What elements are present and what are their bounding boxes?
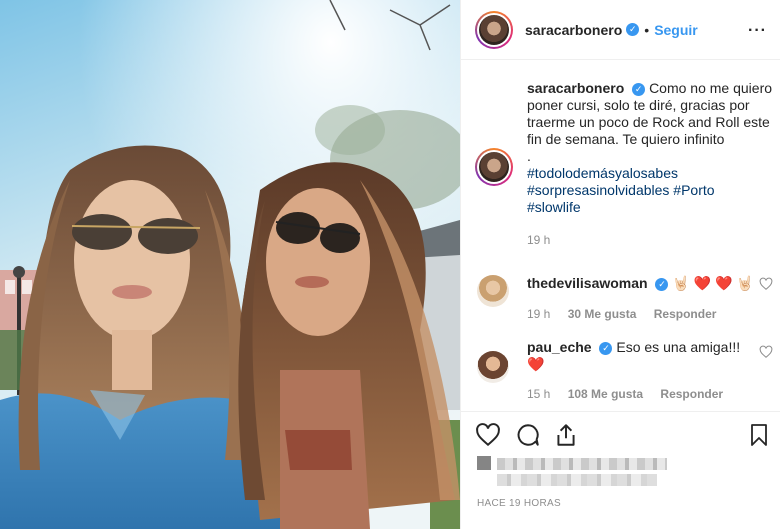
comment-body: thedevilisawoman ✓ 🤘🏻 ❤️ ❤️ 🤘🏻 19 h 30 M… [527,275,754,323]
instagram-post-view: saracarbonero ✓ • Seguir ··· saracarbone… [0,0,780,529]
commenter-verified-icon: ✓ [655,277,669,291]
hashtag-line-3[interactable]: #slowlife [527,199,775,216]
caption-username[interactable]: saracarbonero [527,80,624,96]
post-header: saracarbonero ✓ • Seguir ··· [461,0,780,60]
author-avatar[interactable] [475,10,513,49]
hashtag-line-1[interactable]: #todolodemásyalosabes [527,165,775,182]
comment-meta: 15 h 108 Me gusta Responder [527,386,740,403]
caption-avatar-wrap [475,148,513,249]
comment-item: thedevilisawoman ✓ 🤘🏻 ❤️ ❤️ 🤘🏻 19 h 30 M… [475,275,780,323]
comment-meta: 19 h 30 Me gusta Responder [527,306,754,323]
comment-likes[interactable]: 108 Me gusta [568,387,643,401]
commenter-avatar[interactable] [477,275,509,307]
comment-time[interactable]: 15 h [527,387,550,401]
hashtag-line-2[interactable]: #sorpresasinolvidables #Porto [527,182,775,199]
comment-text: 🤘🏻 ❤️ ❤️ 🤘🏻 [672,275,754,291]
like-heart-icon[interactable] [475,422,501,448]
comment-likes[interactable]: 30 Me gusta [568,307,637,321]
selfie-image [0,0,460,529]
comment-like-heart-icon[interactable] [759,345,773,359]
author-username[interactable]: saracarbonero [525,22,622,38]
comment-like-heart-icon[interactable] [759,277,773,291]
caption-dot: . [527,148,531,164]
post-caption: saracarbonero ✓ Como no me quiero poner … [475,80,775,249]
likes-text-blurred-2 [497,474,657,486]
comment-text-heart: ❤️ [527,356,545,372]
comment-text: Eso es una amiga!!! [616,339,741,355]
post-sidebar: saracarbonero ✓ • Seguir ··· saracarbone… [460,0,780,529]
follow-button[interactable]: Seguir [654,22,698,38]
commenter-verified-icon: ✓ [599,341,613,355]
caption-verified-icon: ✓ [632,82,646,96]
reply-button[interactable]: Responder [660,387,723,401]
comment-item: pau_eche ✓ Eso es una amiga!!! ❤️ 15 h 1… [475,339,780,403]
caption-text-block: saracarbonero ✓ Como no me quiero poner … [527,80,775,249]
liker-avatar-blurred [477,456,491,470]
verified-badge-icon: ✓ [626,23,640,36]
comment-bubble-icon[interactable] [515,422,541,448]
commenter-username[interactable]: thedevilisawoman [527,275,648,291]
commenter-username[interactable]: pau_eche [527,339,592,355]
post-photo[interactable] [0,0,460,529]
comment-body: pau_eche ✓ Eso es una amiga!!! ❤️ 15 h 1… [527,339,740,403]
post-timestamp[interactable]: HACE 19 HORAS [477,498,561,509]
caption-timestamp[interactable]: 19 h [527,232,775,249]
post-actions-bar [475,422,771,448]
reply-button[interactable]: Responder [654,307,717,321]
save-bookmark-icon[interactable] [747,422,771,448]
likes-text-blurred [497,458,667,470]
more-options-icon[interactable]: ··· [748,22,767,40]
caption-avatar[interactable] [475,148,513,186]
likes-summary-blurred [477,456,667,490]
commenter-avatar[interactable] [477,351,509,383]
share-icon[interactable] [553,422,579,448]
comment-time[interactable]: 19 h [527,307,550,321]
actions-divider [461,411,780,412]
avatar-image [479,14,509,45]
caption-avatar-image [479,152,509,182]
separator-dot: • [644,21,650,38]
